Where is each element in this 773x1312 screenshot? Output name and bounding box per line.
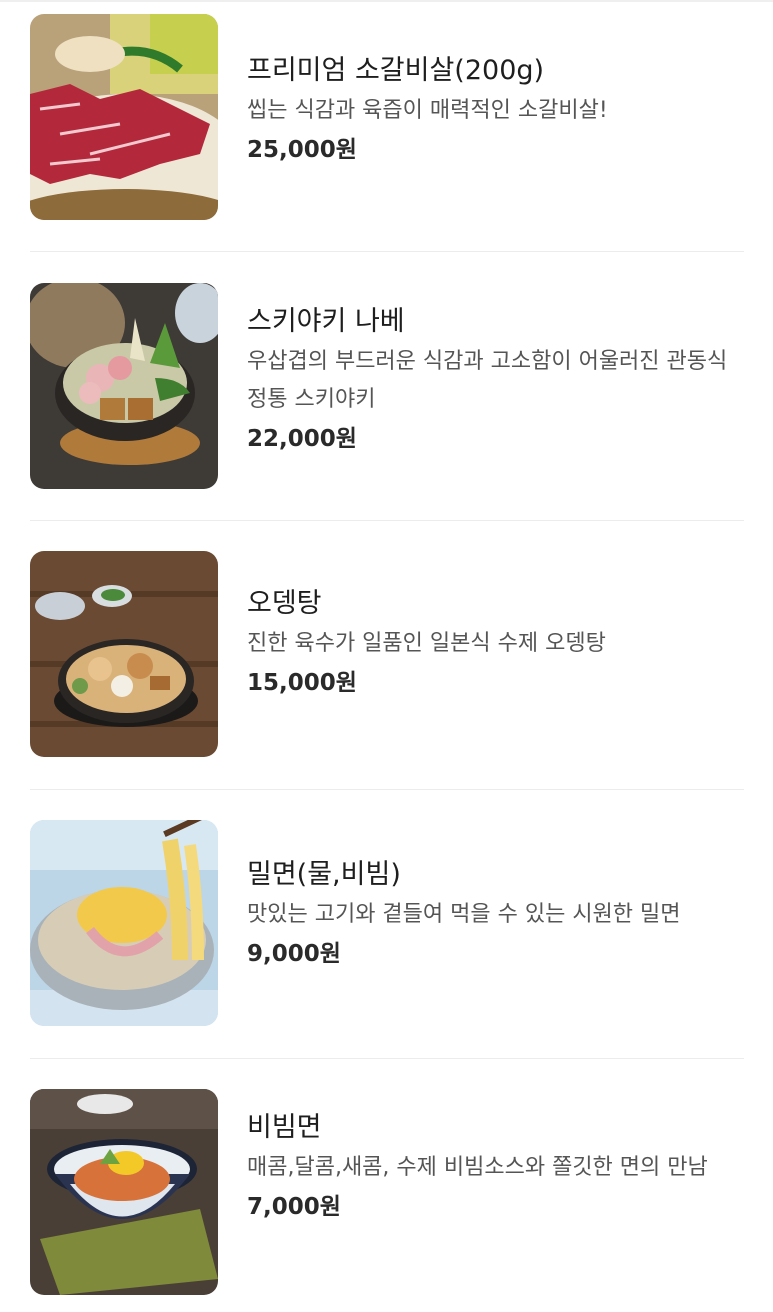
menu-item-price: 22,000원 bbox=[247, 426, 357, 452]
sukiyaki-hotpot-photo bbox=[30, 283, 218, 489]
divider bbox=[30, 1058, 744, 1059]
beef-short-rib-photo bbox=[30, 14, 218, 220]
menu-item-info: 밀면(물,비빔) 맛있는 고기와 곁들여 먹을 수 있는 시원한 밀면 9,00… bbox=[247, 858, 744, 972]
menu-item-name: 스키야키 나베 bbox=[247, 306, 405, 337]
menu-item-info: 스키야키 나베 우삽겹의 부드러운 식감과 고소함이 어울러진 관동식 정통 스… bbox=[247, 305, 744, 457]
oden-soup-photo bbox=[30, 551, 218, 757]
menu-item-info: 프리미엄 소갈비살(200g) 씹는 식감과 육즙이 매력적인 소갈비살! 25… bbox=[247, 54, 744, 168]
menu-item-name: 오뎅탕 bbox=[247, 588, 322, 619]
top-border bbox=[0, 0, 773, 2]
menu-item-price: 15,000원 bbox=[247, 670, 357, 696]
cold-noodle-photo bbox=[30, 820, 218, 1026]
menu-item-description: 맛있는 고기와 곁들여 먹을 수 있는 시원한 밀면 bbox=[247, 902, 681, 927]
menu-item-name: 프리미엄 소갈비살(200g) bbox=[247, 55, 545, 86]
menu-item-name: 비빔면 bbox=[247, 1112, 322, 1143]
spicy-noodle-photo bbox=[30, 1089, 218, 1295]
divider bbox=[30, 251, 744, 252]
divider bbox=[30, 789, 744, 790]
menu-item-description: 우삽겹의 부드러운 식감과 고소함이 어울러진 관동식 정통 스키야키 bbox=[247, 349, 728, 412]
menu-item-oden[interactable]: 오뎅탕 진한 육수가 일품인 일본식 수제 오뎅탕 15,000원 bbox=[30, 551, 744, 757]
menu-item-info: 오뎅탕 진한 육수가 일품인 일본식 수제 오뎅탕 15,000원 bbox=[247, 587, 744, 701]
menu-item-description: 진한 육수가 일품인 일본식 수제 오뎅탕 bbox=[247, 631, 606, 656]
menu-item-price: 25,000원 bbox=[247, 137, 357, 163]
menu-item-short-rib[interactable]: 프리미엄 소갈비살(200g) 씹는 식감과 육즙이 매력적인 소갈비살! 25… bbox=[30, 14, 744, 220]
menu-item-info: 비빔면 매콤,달콤,새콤, 수제 비빔소스와 쫄깃한 면의 만남 7,000원 bbox=[247, 1111, 744, 1225]
menu-item-price: 9,000원 bbox=[247, 941, 341, 967]
menu-item-sukiyaki[interactable]: 스키야키 나베 우삽겹의 부드러운 식감과 고소함이 어울러진 관동식 정통 스… bbox=[30, 283, 744, 489]
menu-item-bibimmyeon[interactable]: 비빔면 매콤,달콤,새콤, 수제 비빔소스와 쫄깃한 면의 만남 7,000원 bbox=[30, 1089, 744, 1295]
menu-item-description: 씹는 식감과 육즙이 매력적인 소갈비살! bbox=[247, 98, 608, 123]
menu-item-milmyeon[interactable]: 밀면(물,비빔) 맛있는 고기와 곁들여 먹을 수 있는 시원한 밀면 9,00… bbox=[30, 820, 744, 1026]
divider bbox=[30, 520, 744, 521]
menu-item-name: 밀면(물,비빔) bbox=[247, 859, 401, 890]
menu-item-price: 7,000원 bbox=[247, 1194, 341, 1220]
menu-item-description: 매콤,달콤,새콤, 수제 비빔소스와 쫄깃한 면의 만남 bbox=[247, 1155, 708, 1180]
